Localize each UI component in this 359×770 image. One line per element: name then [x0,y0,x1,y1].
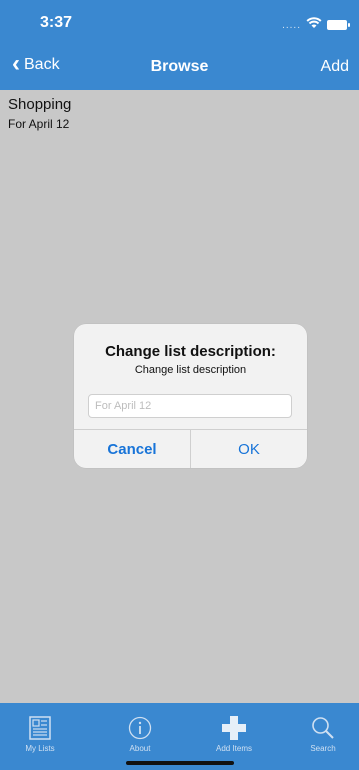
wifi-icon [306,16,322,34]
tab-add-items[interactable]: Add Items [194,703,274,753]
status-indicators: ..... [282,16,350,34]
ok-button[interactable]: OK [191,430,307,468]
list-icon [29,716,51,740]
cancel-button[interactable]: Cancel [74,430,191,468]
tab-label: About [129,744,151,753]
tab-my-lists[interactable]: My Lists [0,703,80,753]
tab-bar: My Lists About Add Items Search [0,703,359,770]
signal-icon: ..... [282,19,301,31]
alert-message: Change list description [134,364,247,376]
tab-label: My Lists [25,744,55,753]
plus-icon [221,716,247,740]
alert-title: Change list description: [105,343,276,360]
search-icon [311,716,335,740]
tab-about[interactable]: About [100,703,180,753]
status-bar: 3:37 ..... [0,0,359,44]
info-icon [128,716,152,740]
alert-buttons: Cancel OK [74,429,307,468]
status-time: 3:37 [40,14,73,31]
tab-search[interactable]: Search [283,703,359,753]
change-description-alert: Change list description: Change list des… [74,324,307,468]
nav-title: Browse [150,58,209,75]
add-button[interactable]: Add [321,58,349,76]
home-indicator[interactable] [126,761,234,765]
tab-label: Add Items [215,744,252,753]
tab-label: Search [310,744,336,753]
battery-icon [327,20,350,30]
description-input[interactable] [88,394,292,418]
navigation-bar: ‹ Back Browse Add [0,44,359,90]
